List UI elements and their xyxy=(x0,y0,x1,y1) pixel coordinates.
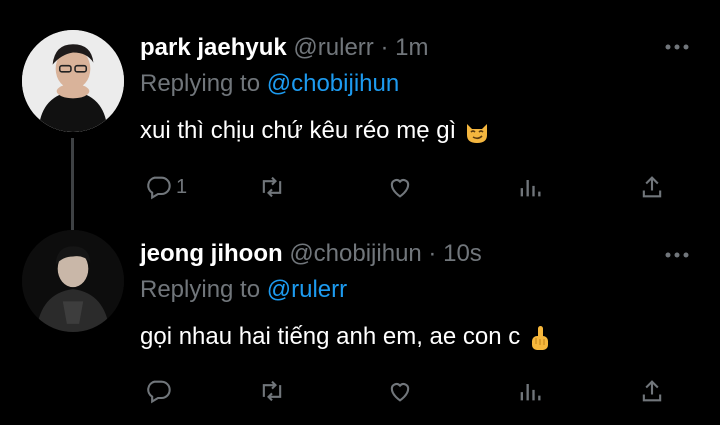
tweet-header: jeong jihoon @chobijihun · 10s xyxy=(140,240,482,268)
retweet-button[interactable] xyxy=(258,170,286,204)
tweet-actions: 1 xyxy=(140,170,680,204)
replying-to-label: Replying to xyxy=(140,276,267,303)
display-name[interactable]: park jaehyuk xyxy=(140,34,287,61)
handle[interactable]: @chobijihun xyxy=(289,240,421,267)
tweet-header: park jaehyuk @rulerr · 1m xyxy=(140,34,428,62)
retweet-icon xyxy=(262,176,282,198)
avatar-photo xyxy=(22,30,124,132)
stats-button[interactable] xyxy=(516,374,544,408)
handle[interactable]: @rulerr xyxy=(293,34,373,61)
timestamp[interactable]: 1m xyxy=(395,34,428,61)
more-icon[interactable] xyxy=(664,42,690,52)
like-icon xyxy=(390,383,410,402)
replying-to-handle[interactable]: @chobijihun xyxy=(267,70,399,97)
tweet-text-content: xui thì chịu chứ kêu réo mẹ gì xyxy=(140,117,457,144)
reply-icon xyxy=(147,380,171,404)
thread-line xyxy=(71,138,74,230)
tweet[interactable]: jeong jihoon @chobijihun · 10s Replying … xyxy=(0,222,720,425)
tweet-text: gọi nhau hai tiếng anh em, ae con c xyxy=(140,322,552,352)
tweet-text: xui thì chịu chứ kêu réo mẹ gì xyxy=(140,116,490,146)
avatar[interactable] xyxy=(22,230,124,332)
retweet-button[interactable] xyxy=(258,374,286,408)
retweet-icon xyxy=(262,380,282,402)
stats-icon xyxy=(520,384,541,401)
tweet-text-content: gọi nhau hai tiếng anh em, ae con c xyxy=(140,323,521,350)
replying-to-handle[interactable]: @rulerr xyxy=(267,276,347,303)
share-icon xyxy=(642,380,662,402)
avatar[interactable] xyxy=(22,30,124,132)
stats-icon xyxy=(520,180,541,197)
share-button[interactable] xyxy=(638,170,666,204)
replying-to-label: Replying to xyxy=(140,70,267,97)
pointing-hand-emoji-icon xyxy=(532,325,549,350)
tweet-actions xyxy=(140,374,680,408)
replying-to: Replying to @chobijihun xyxy=(140,70,399,98)
like-button[interactable] xyxy=(386,170,414,204)
tweet[interactable]: park jaehyuk @rulerr · 1m Replying to @c… xyxy=(0,0,720,230)
reply-button[interactable] xyxy=(144,374,176,408)
avatar-photo xyxy=(22,230,124,332)
share-icon xyxy=(642,176,662,198)
reply-icon xyxy=(147,176,171,200)
display-name[interactable]: jeong jihoon xyxy=(140,240,283,267)
like-icon xyxy=(390,179,410,198)
separator: · xyxy=(421,240,444,267)
smirking-cat-emoji-icon xyxy=(467,123,488,143)
stats-button[interactable] xyxy=(516,170,544,204)
reply-button[interactable]: 1 xyxy=(144,170,187,204)
timestamp[interactable]: 10s xyxy=(443,240,482,267)
reply-count: 1 xyxy=(176,175,188,198)
replying-to: Replying to @rulerr xyxy=(140,276,347,304)
more-icon[interactable] xyxy=(664,250,690,260)
separator: · xyxy=(373,34,396,61)
share-button[interactable] xyxy=(638,374,666,408)
like-button[interactable] xyxy=(386,374,414,408)
